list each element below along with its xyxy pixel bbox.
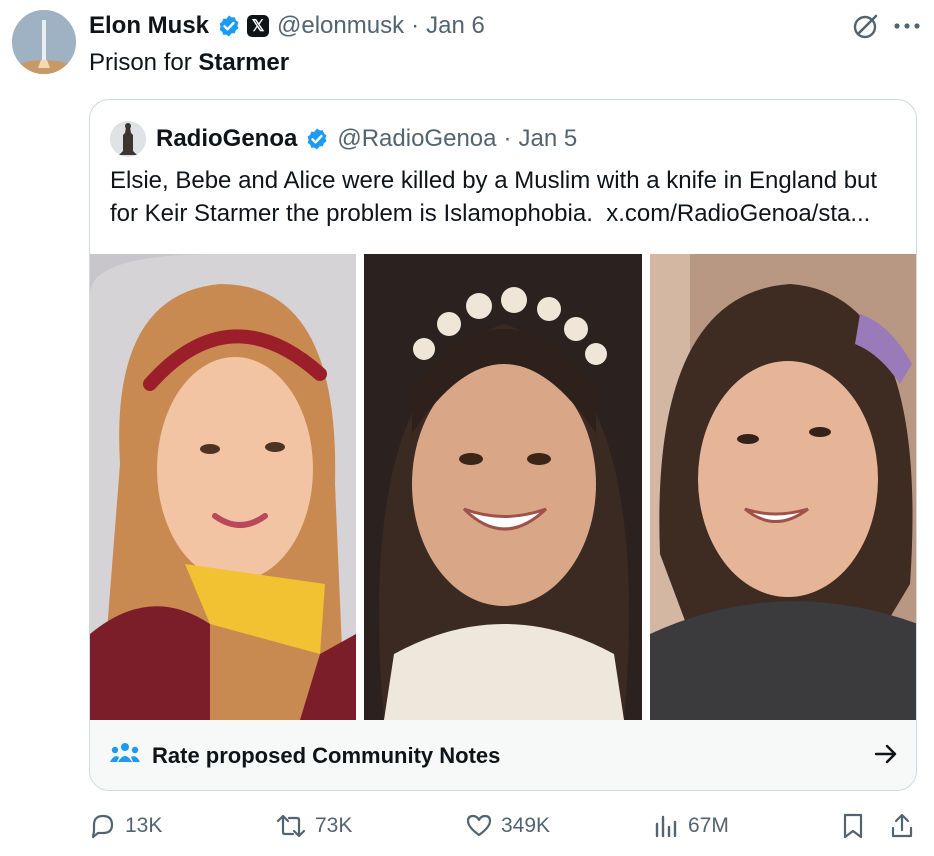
- tweet-date[interactable]: Jan 6: [426, 12, 485, 40]
- people-icon: [110, 742, 140, 771]
- author-avatar[interactable]: [12, 10, 76, 74]
- photo-3[interactable]: [650, 254, 916, 720]
- photo-1[interactable]: [90, 254, 356, 720]
- action-bar: 13K 73K 349K 67M: [89, 806, 919, 846]
- media-grid: [90, 254, 916, 720]
- arrow-right-icon[interactable]: [874, 744, 898, 769]
- author-name[interactable]: Elon Musk: [89, 12, 209, 40]
- community-notes-label[interactable]: Rate proposed Community Notes: [152, 743, 500, 769]
- quoted-tweet-text: Elsie, Bebe and Alice were killed by a M…: [110, 164, 900, 230]
- top-actions: [852, 12, 920, 40]
- tweet-text-prefix: Prison for: [89, 49, 199, 76]
- reply-icon: [91, 814, 114, 839]
- heart-icon: [466, 814, 492, 837]
- reply-button[interactable]: 13K: [89, 806, 162, 846]
- tweet-header: Elon Musk 𝕏 @elonmusk · Jan 6: [89, 8, 485, 44]
- views-count: 67M: [688, 814, 729, 837]
- quoted-author-handle[interactable]: @RadioGenoa: [337, 125, 496, 153]
- quoted-verified-badge-icon: [305, 127, 329, 151]
- x-logo-icon: 𝕏: [247, 15, 270, 37]
- share-icon: [891, 813, 913, 838]
- verified-badge-icon: [217, 14, 241, 38]
- quoted-tweet-date[interactable]: Jan 5: [519, 125, 578, 153]
- repost-icon: [276, 814, 306, 838]
- like-button[interactable]: 349K: [465, 806, 550, 846]
- photo-2[interactable]: [364, 254, 642, 720]
- reply-count: 13K: [125, 814, 163, 837]
- repost-button[interactable]: 73K: [275, 806, 352, 846]
- share-button[interactable]: [889, 806, 915, 846]
- views-chart-icon: [655, 815, 677, 838]
- separator-dot: ·: [411, 12, 420, 39]
- quoted-tweet-header: RadioGenoa @RadioGenoa · Jan 5: [110, 120, 577, 158]
- views-button[interactable]: 67M: [652, 806, 729, 846]
- quoted-author-avatar[interactable]: [110, 121, 146, 157]
- quoted-author-name[interactable]: RadioGenoa: [156, 125, 297, 153]
- quoted-link[interactable]: x.com/RadioGenoa/sta...: [606, 200, 870, 227]
- repost-count: 73K: [315, 814, 353, 837]
- bookmark-icon: [843, 813, 863, 839]
- tweet-text: Prison for Starmer: [89, 46, 289, 80]
- community-notes-bar[interactable]: Rate proposed Community Notes: [90, 720, 916, 790]
- quoted-separator-dot: ·: [503, 125, 512, 152]
- tweet-text-bold[interactable]: Starmer: [198, 49, 289, 76]
- like-count: 349K: [501, 814, 551, 837]
- grok-icon[interactable]: [852, 12, 880, 40]
- author-handle[interactable]: @elonmusk: [277, 12, 404, 40]
- more-options-icon[interactable]: [894, 22, 920, 30]
- bookmark-button[interactable]: [841, 806, 865, 846]
- quoted-tweet-card[interactable]: RadioGenoa @RadioGenoa · Jan 5 Elsie, Be…: [89, 99, 917, 791]
